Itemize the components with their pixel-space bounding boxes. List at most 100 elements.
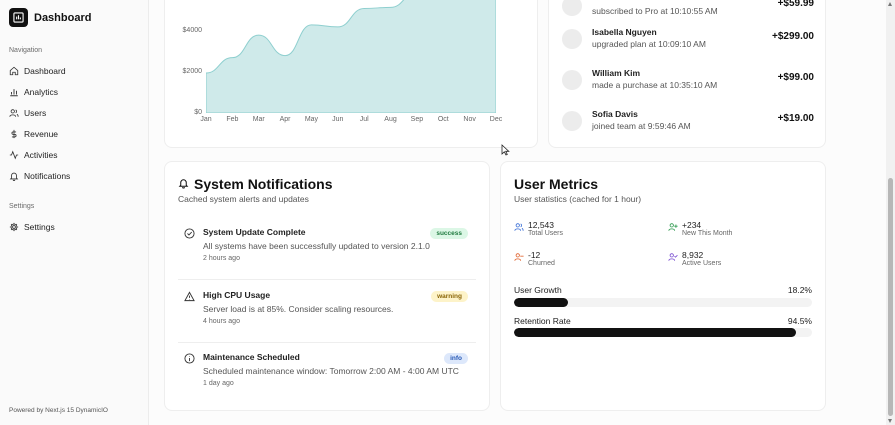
sidebar-item-revenue[interactable]: Revenue xyxy=(9,129,58,139)
sidebar-item-label: Notifications xyxy=(24,171,71,181)
metric-value: -12 xyxy=(528,250,541,260)
x-tick-label: Jul xyxy=(359,116,369,123)
notification-message: Scheduled maintenance window: Tomorrow 2… xyxy=(203,366,459,376)
brand-title: Dashboard xyxy=(34,11,92,24)
retention-label: Retention Rate xyxy=(514,316,571,326)
x-tick-label: Feb xyxy=(226,116,239,123)
avatar xyxy=(562,0,582,16)
scroll-down-arrow-icon[interactable] xyxy=(888,419,892,423)
dollar-icon xyxy=(11,129,17,139)
metric-churned: -12 Churned xyxy=(514,250,555,267)
vertical-scrollbar[interactable] xyxy=(886,0,895,425)
footer-note: Powered by Next.js 15 DynamicIO xyxy=(9,407,108,414)
info-circle-icon xyxy=(184,353,195,364)
y-tick-label: $0 xyxy=(194,109,202,116)
avatar xyxy=(562,70,582,90)
activity-description: joined team at 9:59:46 AM xyxy=(592,121,691,131)
x-tick-label: Jun xyxy=(332,116,344,123)
activity-description: subscribed to Pro at 10:10:55 AM xyxy=(592,6,718,16)
activity-amount: +$299.00 xyxy=(772,31,814,42)
metric-label: Total Users xyxy=(528,230,564,237)
activity-description: made a purchase at 10:35:10 AM xyxy=(592,80,718,90)
bell-icon xyxy=(178,179,189,189)
metric-total-users: 12,543 Total Users xyxy=(514,220,563,237)
avatar xyxy=(562,29,582,49)
notification-message: All systems have been successfully updat… xyxy=(203,241,430,251)
settings-section-label: Settings xyxy=(9,203,35,210)
metrics-title: User Metrics xyxy=(514,176,599,192)
bell-icon xyxy=(9,172,19,181)
sidebar-item-label: Users xyxy=(24,108,47,118)
sidebar-item-label: Revenue xyxy=(24,129,59,139)
gear-icon xyxy=(9,222,19,232)
activity-item[interactable]: Isabella Nguyen upgraded plan at 10:09:1… xyxy=(562,27,814,51)
sidebar-item-notifications[interactable]: Notifications xyxy=(9,171,70,181)
user-check-icon xyxy=(668,253,678,261)
retention-percent: 94.5% xyxy=(787,316,812,326)
brand[interactable]: Dashboard xyxy=(9,8,91,27)
revenue-area-series xyxy=(206,0,496,113)
y-tick-label: $2000 xyxy=(182,68,202,75)
sidebar-item-users[interactable]: Users xyxy=(9,108,46,118)
notification-title: High CPU Usage xyxy=(203,290,271,300)
metrics-subtitle: User statistics (cached for 1 hour) xyxy=(514,194,642,204)
notification-message: Server load is at 85%. Consider scaling … xyxy=(203,304,394,314)
metric-label: Active Users xyxy=(682,260,722,267)
sidebar-item-settings[interactable]: Settings xyxy=(9,222,55,232)
sidebar-item-label: Settings xyxy=(24,222,55,232)
dashboard-logo-icon xyxy=(9,8,28,27)
metric-value: 8,932 xyxy=(682,250,704,260)
activity-amount: +$59.99 xyxy=(777,0,814,9)
notifications-subtitle: Cached system alerts and updates xyxy=(178,194,309,204)
x-tick-label: Sep xyxy=(410,116,424,123)
x-tick-label: Aug xyxy=(384,116,397,123)
notification-item[interactable]: System Update Complete All systems have … xyxy=(178,222,476,280)
notification-title: Maintenance Scheduled xyxy=(203,352,300,362)
users-icon xyxy=(9,109,19,117)
x-tick-label: Nov xyxy=(463,116,476,123)
metric-value: 12,543 xyxy=(528,220,554,230)
revenue-area-chart xyxy=(206,0,496,113)
activity-item[interactable]: Sofia Davis joined team at 9:59:46 AM +$… xyxy=(562,109,814,133)
mouse-cursor-icon xyxy=(501,144,510,156)
notification-time: 4 hours ago xyxy=(203,318,240,325)
scroll-thumb[interactable] xyxy=(888,178,893,416)
x-tick-label: Mar xyxy=(252,116,265,123)
user-minus-icon xyxy=(514,253,524,261)
x-tick-label: May xyxy=(304,116,319,123)
status-badge: success xyxy=(430,228,468,239)
sidebar-item-label: Analytics xyxy=(24,87,59,97)
activity-name: William Kim xyxy=(592,68,641,78)
nav-section-label: Navigation xyxy=(9,47,43,54)
activity-item[interactable]: William Kim made a purchase at 10:35:10 … xyxy=(562,68,814,92)
sidebar-item-analytics[interactable]: Analytics xyxy=(9,87,58,97)
activity-name: Sofia Davis xyxy=(592,109,638,119)
scroll-up-arrow-icon[interactable] xyxy=(888,2,892,6)
sidebar-item-label: Dashboard xyxy=(24,66,66,76)
metric-new-this-month: +234 New This Month xyxy=(668,220,732,237)
activity-item[interactable]: subscribed to Pro at 10:10:55 AM +$59.99 xyxy=(562,0,814,18)
home-icon xyxy=(9,66,19,76)
notification-title: System Update Complete xyxy=(203,227,306,237)
growth-progress-bar xyxy=(514,298,812,307)
status-badge: info xyxy=(444,353,468,364)
metric-active-users: 8,932 Active Users xyxy=(668,250,721,267)
activity-amount: +$19.00 xyxy=(777,113,814,124)
warning-triangle-icon xyxy=(184,291,195,302)
notification-time: 2 hours ago xyxy=(203,255,240,262)
sidebar: Dashboard Navigation Dashboard Analytics… xyxy=(0,0,149,425)
activity-name: Isabella Nguyen xyxy=(592,27,657,37)
activity-amount: +$99.00 xyxy=(777,72,814,83)
notification-item[interactable]: Maintenance Scheduled Scheduled maintena… xyxy=(178,347,476,395)
metric-value: +234 xyxy=(682,220,702,230)
activity-icon xyxy=(9,150,19,160)
bar-chart-icon xyxy=(10,89,18,97)
x-tick-label: Dec xyxy=(489,116,503,123)
sidebar-item-activities[interactable]: Activities xyxy=(9,150,58,160)
y-tick-label: $4000 xyxy=(182,27,202,34)
growth-progress-fill xyxy=(514,298,569,307)
activity-description: upgraded plan at 10:09:10 AM xyxy=(592,39,706,49)
notification-item[interactable]: High CPU Usage Server load is at 85%. Co… xyxy=(178,285,476,343)
sidebar-item-dashboard[interactable]: Dashboard xyxy=(9,66,66,76)
metric-label: New This Month xyxy=(682,230,733,237)
